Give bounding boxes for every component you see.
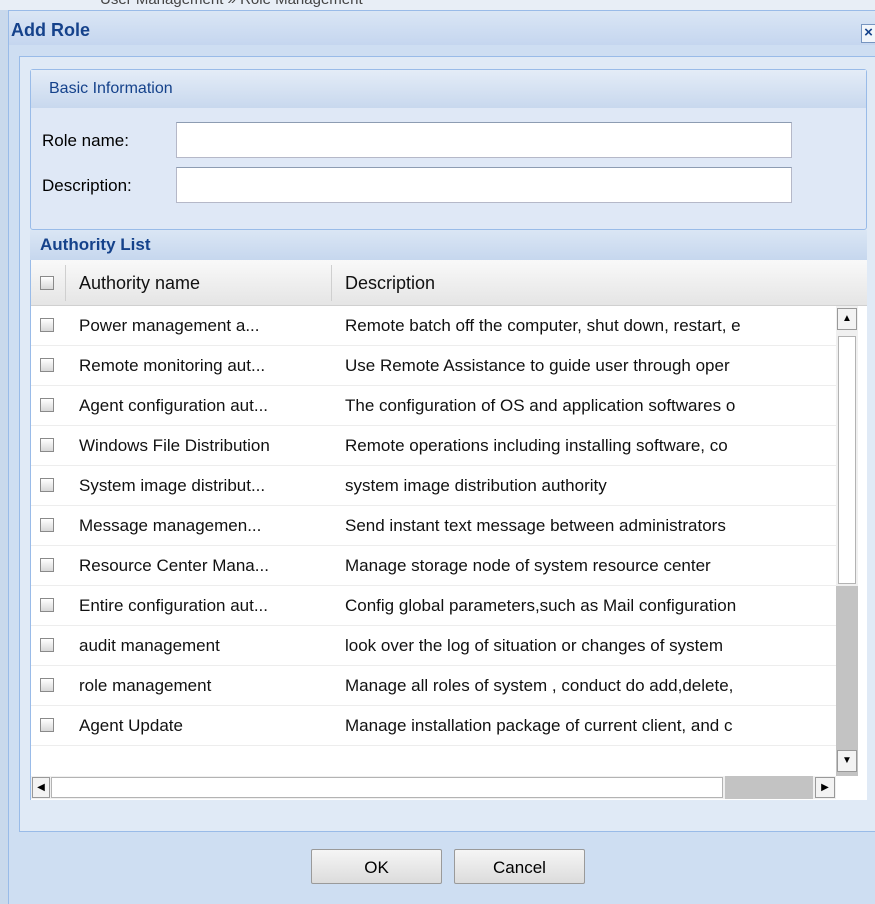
table-row[interactable]: Power management a... Remote batch off th… [31,306,836,346]
row-checkbox[interactable] [40,358,54,372]
authority-description-cell: Remote batch off the computer, shut down… [345,316,741,335]
row-checkbox[interactable] [40,718,54,732]
dialog-title: Add Role [11,20,90,40]
table-row[interactable]: Resource Center Mana... Manage storage no… [31,546,836,586]
role-name-input[interactable] [176,122,792,158]
row-checkbox[interactable] [40,678,54,692]
row-checkbox[interactable] [40,558,54,572]
authority-name-cell: Remote monitoring aut... [79,356,266,375]
horizontal-scroll-thumb[interactable] [725,776,813,799]
column-separator[interactable] [65,265,66,301]
basic-information-fieldset: Basic Information Role name: Description… [30,69,867,230]
description-label: Description: [42,176,132,195]
table-row[interactable]: Entire configuration aut... Config global… [31,586,836,626]
select-all-checkbox[interactable] [40,276,54,290]
table-row[interactable]: audit management look over the log of sit… [31,626,836,666]
row-checkbox[interactable] [40,478,54,492]
row-checkbox[interactable] [40,638,54,652]
authority-description-cell: look over the log of situation or change… [345,636,723,655]
scroll-left-icon[interactable]: ◀ [32,777,50,798]
table-row[interactable]: Windows File Distribution Remote operatio… [31,426,836,466]
scroll-right-icon[interactable]: ▶ [815,777,835,798]
dialog-titlebar[interactable]: Add Role × [9,11,875,45]
horizontal-scrollbar[interactable]: ◀ ▶ [31,776,836,799]
row-checkbox[interactable] [40,518,54,532]
table-row[interactable]: role management Manage all roles of syste… [31,666,836,706]
authority-description-cell: The configuration of OS and application … [345,396,736,415]
row-checkbox[interactable] [40,398,54,412]
authority-name-cell: Resource Center Mana... [79,556,269,575]
description-input[interactable] [176,167,792,203]
background-breadcrumb-strip: User Management » Role Management [0,0,875,10]
scroll-down-icon[interactable]: ▼ [837,750,857,772]
authority-description-cell: system image distribution authority [345,476,607,495]
grid-rows: Power management a... Remote batch off th… [31,306,836,746]
authority-description-cell: Manage installation package of current c… [345,716,733,735]
column-header-description[interactable]: Description [345,273,435,294]
vertical-scroll-track[interactable] [838,336,856,584]
role-name-label: Role name: [42,131,129,150]
vertical-scrollbar[interactable]: ▲ ▼ [836,306,858,776]
horizontal-scroll-track[interactable] [51,777,723,798]
close-icon[interactable]: × [861,24,875,43]
authority-name-cell: Entire configuration aut... [79,596,269,615]
ok-button[interactable]: OK [311,849,442,884]
table-row[interactable]: Agent Update Manage installation package … [31,706,836,746]
background-breadcrumb: User Management » Role Management [100,0,363,8]
table-row[interactable]: Remote monitoring aut... Use Remote Assis… [31,346,836,386]
authority-description-cell: Config global parameters,such as Mail co… [345,596,737,615]
table-row[interactable]: Message managemen... Send instant text me… [31,506,836,546]
authority-list-header: Authority List [30,230,867,260]
row-checkbox[interactable] [40,318,54,332]
authority-list-title: Authority List [40,235,151,254]
authority-description-cell: Manage all roles of system , conduct do … [345,676,734,695]
authority-description-cell: Remote operations including installing s… [345,436,728,455]
column-separator[interactable] [331,265,332,301]
row-checkbox[interactable] [40,438,54,452]
grid-header: Authority name Description [31,260,867,306]
authority-name-cell: System image distribut... [79,476,266,495]
authority-description-cell: Use Remote Assistance to guide user thro… [345,356,730,375]
fieldset-header: Basic Information [31,70,866,108]
row-checkbox[interactable] [40,598,54,612]
table-row[interactable]: System image distribut... system image di… [31,466,836,506]
authority-description-cell: Send instant text message between admini… [345,516,726,535]
authority-name-cell: Windows File Distribution [79,436,270,455]
authority-name-cell: role management [79,676,212,695]
authority-description-cell: Manage storage node of system resource c… [345,556,711,575]
authority-name-cell: Agent configuration aut... [79,396,269,415]
vertical-scroll-thumb[interactable] [836,586,858,776]
cancel-button[interactable]: Cancel [454,849,585,884]
authority-name-cell: Agent Update [79,716,183,735]
authority-name-cell: Message managemen... [79,516,262,535]
table-row[interactable]: Agent configuration aut... The configurat… [31,386,836,426]
authority-name-cell: audit management [79,636,220,655]
authority-grid: Authority name Description Power managem… [30,260,867,800]
authority-name-cell: Power management a... [79,316,260,335]
fieldset-legend: Basic Information [49,80,173,97]
column-header-authority-name[interactable]: Authority name [79,273,200,294]
scroll-up-icon[interactable]: ▲ [837,308,857,330]
